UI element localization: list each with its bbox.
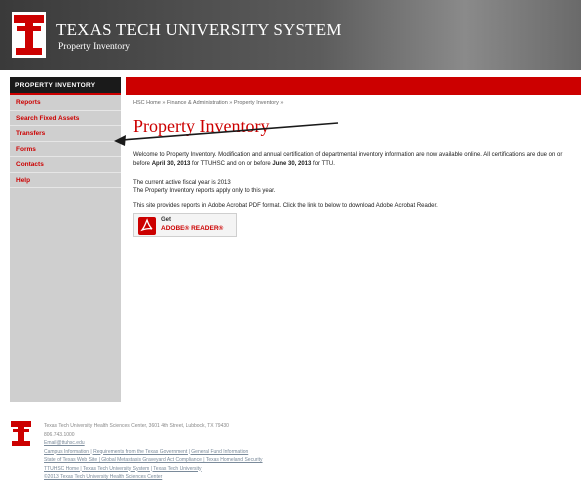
footer-copyright[interactable]: ©2013 Texas Tech University Health Scien… [44, 473, 263, 482]
fiscal-year-info: The current active fiscal year is 2013 T… [133, 179, 573, 195]
footer-phone: 806.743.1000 [44, 431, 75, 438]
get-adobe-reader-button[interactable]: Get ADOBE® READER® [133, 213, 237, 237]
sidebar-item-transfers[interactable]: Transfers [10, 126, 121, 142]
breadcrumb[interactable]: HSC Home » Finance & Administration » Pr… [133, 100, 573, 110]
page-title: Property Inventory [133, 116, 270, 136]
double-t-footer-logo-icon [10, 420, 32, 448]
acrobat-get-label: Get [161, 217, 172, 223]
sidebar-item-reports[interactable]: Reports [10, 95, 121, 111]
footer-email-link[interactable]: Email@ttuhsc.edu [44, 439, 263, 448]
ttu-due-date: June 30, 2013 [272, 161, 312, 167]
site-footer: Texas Tech University Health Sciences Ce… [0, 410, 581, 495]
site-title[interactable]: TEXAS TECH UNIVERSITY SYSTEM [56, 20, 342, 40]
sidebar-item-forms[interactable]: Forms [10, 142, 121, 157]
adobe-pdf-icon [138, 217, 156, 235]
footer-text: Texas Tech University Health Sciences Ce… [44, 422, 263, 482]
footer-links-row-3[interactable]: TTUHSC Home | Texas Tech University Syst… [44, 465, 263, 474]
content-top-bar [126, 77, 581, 95]
welcome-text-part2: for TTUHSC and on or before [190, 161, 273, 167]
hsc-due-date: April 30, 2013 [151, 161, 191, 167]
double-t-logo-icon[interactable] [12, 12, 46, 58]
welcome-text-part3: for TTU. [311, 161, 335, 167]
sidebar-item-contacts[interactable]: Contacts [10, 157, 121, 173]
fiscal-year-line: The current active fiscal year is 2013 [133, 180, 231, 186]
site-subtitle: Property Inventory [58, 42, 131, 52]
site-header: TEXAS TECH UNIVERSITY SYSTEM Property In… [0, 0, 581, 70]
fiscal-year-note: The Property Inventory reports apply onl… [133, 188, 276, 194]
footer-address: Texas Tech University Health Sciences Ce… [44, 423, 229, 429]
welcome-text: Welcome to Property Inventory. Modificat… [133, 151, 563, 169]
acrobat-product-label: ADOBE® READER® [161, 225, 224, 232]
acrobat-note: This site provides reports in Adobe Acro… [133, 203, 438, 209]
main-content: HSC Home » Finance & Administration » Pr… [133, 100, 573, 209]
sidebar-item-help[interactable]: Help [10, 173, 121, 188]
footer-links-row-2[interactable]: State of Texas Web Site | Global Metasta… [44, 456, 263, 465]
sidebar-item-search-fixed-assets[interactable]: Search Fixed Assets [10, 111, 121, 126]
sidebar-nav: PROPERTY INVENTORY Reports Search Fixed … [10, 77, 121, 402]
sidebar-heading: PROPERTY INVENTORY [10, 77, 121, 95]
footer-links-row-1[interactable]: Campus Information | Requirements from t… [44, 448, 263, 457]
